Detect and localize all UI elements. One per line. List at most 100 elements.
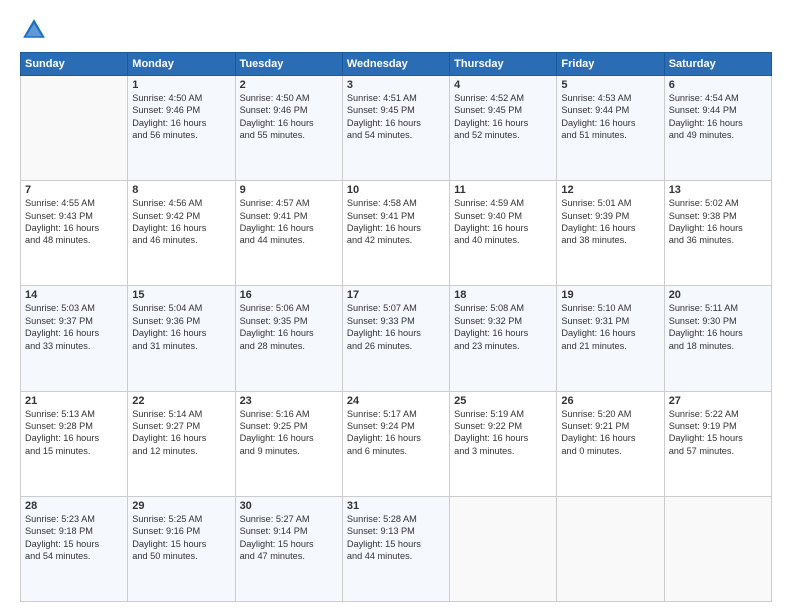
day-number: 10 xyxy=(347,184,445,196)
calendar-cell: 1Sunrise: 4:50 AM Sunset: 9:46 PM Daylig… xyxy=(128,76,235,181)
calendar-cell: 12Sunrise: 5:01 AM Sunset: 9:39 PM Dayli… xyxy=(557,181,664,286)
day-number: 24 xyxy=(347,395,445,407)
calendar-week-row: 7Sunrise: 4:55 AM Sunset: 9:43 PM Daylig… xyxy=(21,181,772,286)
calendar-cell: 17Sunrise: 5:07 AM Sunset: 9:33 PM Dayli… xyxy=(342,286,449,391)
calendar: SundayMondayTuesdayWednesdayThursdayFrid… xyxy=(20,52,772,602)
day-number: 14 xyxy=(25,289,123,301)
day-number: 22 xyxy=(132,395,230,407)
calendar-cell: 25Sunrise: 5:19 AM Sunset: 9:22 PM Dayli… xyxy=(450,391,557,496)
col-header-saturday: Saturday xyxy=(664,53,771,76)
day-number: 26 xyxy=(561,395,659,407)
calendar-cell: 6Sunrise: 4:54 AM Sunset: 9:44 PM Daylig… xyxy=(664,76,771,181)
col-header-sunday: Sunday xyxy=(21,53,128,76)
day-info: Sunrise: 5:14 AM Sunset: 9:27 PM Dayligh… xyxy=(132,408,230,458)
calendar-cell: 16Sunrise: 5:06 AM Sunset: 9:35 PM Dayli… xyxy=(235,286,342,391)
calendar-cell: 10Sunrise: 4:58 AM Sunset: 9:41 PM Dayli… xyxy=(342,181,449,286)
calendar-cell: 21Sunrise: 5:13 AM Sunset: 9:28 PM Dayli… xyxy=(21,391,128,496)
day-number: 4 xyxy=(454,79,552,91)
day-info: Sunrise: 4:57 AM Sunset: 9:41 PM Dayligh… xyxy=(240,197,338,247)
day-number: 15 xyxy=(132,289,230,301)
day-number: 1 xyxy=(132,79,230,91)
calendar-cell: 29Sunrise: 5:25 AM Sunset: 9:16 PM Dayli… xyxy=(128,496,235,601)
day-number: 2 xyxy=(240,79,338,91)
day-info: Sunrise: 5:17 AM Sunset: 9:24 PM Dayligh… xyxy=(347,408,445,458)
calendar-cell: 15Sunrise: 5:04 AM Sunset: 9:36 PM Dayli… xyxy=(128,286,235,391)
calendar-cell xyxy=(664,496,771,601)
calendar-cell: 24Sunrise: 5:17 AM Sunset: 9:24 PM Dayli… xyxy=(342,391,449,496)
calendar-cell xyxy=(21,76,128,181)
day-info: Sunrise: 5:20 AM Sunset: 9:21 PM Dayligh… xyxy=(561,408,659,458)
calendar-cell: 11Sunrise: 4:59 AM Sunset: 9:40 PM Dayli… xyxy=(450,181,557,286)
calendar-cell: 19Sunrise: 5:10 AM Sunset: 9:31 PM Dayli… xyxy=(557,286,664,391)
calendar-cell: 31Sunrise: 5:28 AM Sunset: 9:13 PM Dayli… xyxy=(342,496,449,601)
day-info: Sunrise: 4:50 AM Sunset: 9:46 PM Dayligh… xyxy=(132,92,230,142)
day-number: 29 xyxy=(132,500,230,512)
day-info: Sunrise: 5:07 AM Sunset: 9:33 PM Dayligh… xyxy=(347,302,445,352)
day-info: Sunrise: 5:16 AM Sunset: 9:25 PM Dayligh… xyxy=(240,408,338,458)
calendar-week-row: 14Sunrise: 5:03 AM Sunset: 9:37 PM Dayli… xyxy=(21,286,772,391)
calendar-cell: 30Sunrise: 5:27 AM Sunset: 9:14 PM Dayli… xyxy=(235,496,342,601)
day-number: 21 xyxy=(25,395,123,407)
day-number: 6 xyxy=(669,79,767,91)
day-info: Sunrise: 5:04 AM Sunset: 9:36 PM Dayligh… xyxy=(132,302,230,352)
day-info: Sunrise: 5:10 AM Sunset: 9:31 PM Dayligh… xyxy=(561,302,659,352)
col-header-friday: Friday xyxy=(557,53,664,76)
day-number: 7 xyxy=(25,184,123,196)
day-number: 9 xyxy=(240,184,338,196)
calendar-cell: 2Sunrise: 4:50 AM Sunset: 9:46 PM Daylig… xyxy=(235,76,342,181)
calendar-week-row: 21Sunrise: 5:13 AM Sunset: 9:28 PM Dayli… xyxy=(21,391,772,496)
day-number: 28 xyxy=(25,500,123,512)
calendar-cell: 13Sunrise: 5:02 AM Sunset: 9:38 PM Dayli… xyxy=(664,181,771,286)
day-info: Sunrise: 5:06 AM Sunset: 9:35 PM Dayligh… xyxy=(240,302,338,352)
day-number: 27 xyxy=(669,395,767,407)
day-info: Sunrise: 5:11 AM Sunset: 9:30 PM Dayligh… xyxy=(669,302,767,352)
page: SundayMondayTuesdayWednesdayThursdayFrid… xyxy=(0,0,792,612)
day-number: 30 xyxy=(240,500,338,512)
general-blue-icon xyxy=(20,16,48,44)
day-info: Sunrise: 5:13 AM Sunset: 9:28 PM Dayligh… xyxy=(25,408,123,458)
calendar-header-row: SundayMondayTuesdayWednesdayThursdayFrid… xyxy=(21,53,772,76)
day-number: 18 xyxy=(454,289,552,301)
calendar-cell xyxy=(450,496,557,601)
day-number: 20 xyxy=(669,289,767,301)
calendar-cell: 4Sunrise: 4:52 AM Sunset: 9:45 PM Daylig… xyxy=(450,76,557,181)
calendar-cell: 27Sunrise: 5:22 AM Sunset: 9:19 PM Dayli… xyxy=(664,391,771,496)
logo xyxy=(20,16,52,44)
day-info: Sunrise: 4:53 AM Sunset: 9:44 PM Dayligh… xyxy=(561,92,659,142)
day-number: 23 xyxy=(240,395,338,407)
calendar-week-row: 28Sunrise: 5:23 AM Sunset: 9:18 PM Dayli… xyxy=(21,496,772,601)
day-info: Sunrise: 5:03 AM Sunset: 9:37 PM Dayligh… xyxy=(25,302,123,352)
col-header-thursday: Thursday xyxy=(450,53,557,76)
calendar-cell: 26Sunrise: 5:20 AM Sunset: 9:21 PM Dayli… xyxy=(557,391,664,496)
day-number: 11 xyxy=(454,184,552,196)
calendar-cell: 14Sunrise: 5:03 AM Sunset: 9:37 PM Dayli… xyxy=(21,286,128,391)
calendar-cell: 18Sunrise: 5:08 AM Sunset: 9:32 PM Dayli… xyxy=(450,286,557,391)
calendar-week-row: 1Sunrise: 4:50 AM Sunset: 9:46 PM Daylig… xyxy=(21,76,772,181)
day-info: Sunrise: 5:27 AM Sunset: 9:14 PM Dayligh… xyxy=(240,513,338,563)
day-info: Sunrise: 4:56 AM Sunset: 9:42 PM Dayligh… xyxy=(132,197,230,247)
calendar-cell: 7Sunrise: 4:55 AM Sunset: 9:43 PM Daylig… xyxy=(21,181,128,286)
day-number: 13 xyxy=(669,184,767,196)
day-info: Sunrise: 5:23 AM Sunset: 9:18 PM Dayligh… xyxy=(25,513,123,563)
calendar-cell: 22Sunrise: 5:14 AM Sunset: 9:27 PM Dayli… xyxy=(128,391,235,496)
calendar-cell: 5Sunrise: 4:53 AM Sunset: 9:44 PM Daylig… xyxy=(557,76,664,181)
day-info: Sunrise: 4:54 AM Sunset: 9:44 PM Dayligh… xyxy=(669,92,767,142)
day-info: Sunrise: 5:28 AM Sunset: 9:13 PM Dayligh… xyxy=(347,513,445,563)
day-number: 19 xyxy=(561,289,659,301)
day-info: Sunrise: 5:01 AM Sunset: 9:39 PM Dayligh… xyxy=(561,197,659,247)
day-number: 31 xyxy=(347,500,445,512)
day-info: Sunrise: 5:25 AM Sunset: 9:16 PM Dayligh… xyxy=(132,513,230,563)
calendar-cell: 9Sunrise: 4:57 AM Sunset: 9:41 PM Daylig… xyxy=(235,181,342,286)
day-info: Sunrise: 4:52 AM Sunset: 9:45 PM Dayligh… xyxy=(454,92,552,142)
col-header-wednesday: Wednesday xyxy=(342,53,449,76)
day-number: 12 xyxy=(561,184,659,196)
calendar-cell: 8Sunrise: 4:56 AM Sunset: 9:42 PM Daylig… xyxy=(128,181,235,286)
calendar-cell: 28Sunrise: 5:23 AM Sunset: 9:18 PM Dayli… xyxy=(21,496,128,601)
calendar-cell: 23Sunrise: 5:16 AM Sunset: 9:25 PM Dayli… xyxy=(235,391,342,496)
day-number: 8 xyxy=(132,184,230,196)
col-header-tuesday: Tuesday xyxy=(235,53,342,76)
day-info: Sunrise: 5:22 AM Sunset: 9:19 PM Dayligh… xyxy=(669,408,767,458)
day-info: Sunrise: 4:50 AM Sunset: 9:46 PM Dayligh… xyxy=(240,92,338,142)
day-number: 16 xyxy=(240,289,338,301)
col-header-monday: Monday xyxy=(128,53,235,76)
